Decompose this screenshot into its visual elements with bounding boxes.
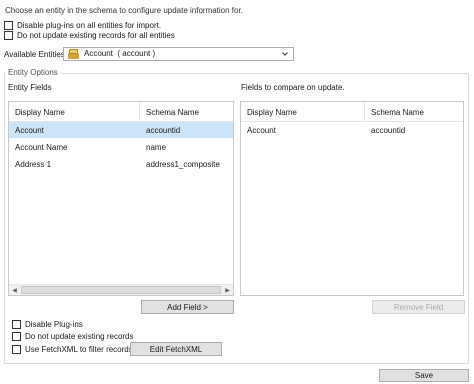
- remove-field-button[interactable]: Remove Field: [372, 300, 465, 314]
- checkbox-box[interactable]: [12, 345, 21, 354]
- save-button[interactable]: Save: [379, 369, 469, 382]
- checkbox-label: Do not update existing records: [25, 331, 134, 341]
- compare-fields-label: Fields to compare on update.: [241, 83, 345, 92]
- no-update-existing-checkbox[interactable]: Do not update existing records: [12, 332, 134, 341]
- scroll-right-icon[interactable]: ▶: [222, 285, 233, 295]
- table-row[interactable]: Account accountid: [9, 122, 233, 138]
- table-row[interactable]: Address 1 address1_composite: [9, 156, 233, 172]
- use-fetchxml-checkbox[interactable]: Use FetchXML to filter records: [12, 345, 133, 354]
- cell-display-name: Account: [247, 125, 276, 135]
- cell-schema-name: accountid: [371, 125, 406, 135]
- checkbox-box[interactable]: [4, 31, 13, 40]
- cell-schema-name: address1_composite: [146, 159, 220, 169]
- entity-icon: [68, 49, 79, 59]
- checkbox-box[interactable]: [12, 320, 21, 329]
- instructions-text: Choose an entity in the schema to config…: [5, 6, 243, 15]
- disable-plugins-all-checkbox[interactable]: Disable plug-ins on all entities for imp…: [4, 21, 161, 30]
- table-row[interactable]: Account accountid: [241, 122, 463, 138]
- column-header-schema-name[interactable]: Schema Name: [365, 102, 463, 122]
- table-row[interactable]: Account Name name: [9, 139, 233, 155]
- add-field-button[interactable]: Add Field >: [141, 300, 234, 314]
- edit-fetchxml-button[interactable]: Edit FetchXML: [130, 342, 222, 356]
- checkbox-label: Disable Plug-ins: [25, 319, 83, 329]
- entity-fields-grid: Display Name Schema Name Account account…: [8, 101, 234, 296]
- cell-schema-name: accountid: [146, 125, 181, 135]
- available-entities-select[interactable]: Account ( account ): [63, 47, 294, 61]
- grid-header: Display Name Schema Name: [9, 102, 233, 122]
- cell-display-name: Address 1: [15, 159, 52, 169]
- cell-schema-name: name: [146, 142, 167, 152]
- entity-fields-label: Entity Fields: [8, 83, 52, 92]
- grid-header: Display Name Schema Name: [241, 102, 463, 122]
- cell-display-name: Account Name: [15, 142, 68, 152]
- no-update-all-checkbox[interactable]: Do not update existing records for all e…: [4, 31, 175, 40]
- scrollbar-thumb[interactable]: [21, 286, 221, 294]
- checkbox-box[interactable]: [4, 21, 13, 30]
- horizontal-scrollbar[interactable]: ◀ ▶: [9, 284, 233, 295]
- checkbox-label: Use FetchXML to filter records: [25, 344, 133, 354]
- compare-fields-grid: Display Name Schema Name Account account…: [240, 101, 464, 296]
- disable-plugins-checkbox[interactable]: Disable Plug-ins: [12, 320, 83, 329]
- chevron-down-icon[interactable]: [282, 51, 288, 57]
- column-header-display-name[interactable]: Display Name: [9, 102, 139, 122]
- cell-display-name: Account: [15, 125, 44, 135]
- checkbox-label: Disable plug-ins on all entities for imp…: [17, 20, 162, 30]
- scroll-left-icon[interactable]: ◀: [9, 285, 20, 295]
- available-entities-label: Available Entities: [4, 50, 65, 59]
- selected-entity: Account ( account ): [84, 49, 156, 58]
- entity-options-label: Entity Options: [6, 68, 60, 77]
- checkbox-label: Do not update existing records for all e…: [17, 30, 175, 40]
- column-header-schema-name[interactable]: Schema Name: [140, 102, 233, 122]
- column-header-display-name[interactable]: Display Name: [241, 102, 364, 122]
- checkbox-box[interactable]: [12, 332, 21, 341]
